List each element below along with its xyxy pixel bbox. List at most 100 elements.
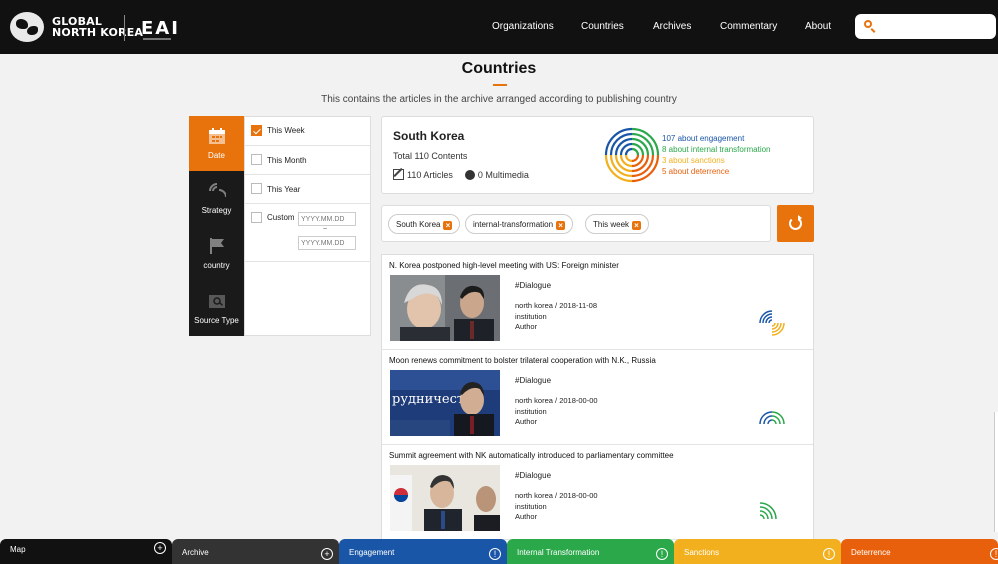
article-author: Author	[515, 512, 538, 521]
search-box[interactable]	[855, 14, 996, 39]
filter-tab-country[interactable]: country	[189, 226, 244, 281]
filter-tab-source-type[interactable]: Source Type	[189, 281, 244, 336]
active-filter-tags: South Korea × internal-transformation × Th…	[381, 205, 771, 242]
remove-tag-icon[interactable]: ×	[556, 221, 566, 230]
option-this-month[interactable]: This Month	[245, 146, 370, 175]
article-author: Author	[515, 322, 538, 331]
article-author: Author	[515, 417, 538, 426]
expand-plus-icon[interactable]: +	[321, 548, 333, 560]
bottom-tab-label: Deterrence	[851, 548, 891, 557]
article-institution: institution	[515, 501, 547, 511]
strategy-badge-icon	[759, 502, 777, 520]
filter-tag-strategy[interactable]: internal-transformation ×	[465, 214, 574, 234]
bottom-tab-deterrence[interactable]: Deterrence !	[841, 539, 998, 564]
filter-tab-strategy-label: Strategy	[201, 206, 232, 215]
legend-deterrence: 5 about deterrence	[662, 167, 730, 176]
article-meta: north korea / 2018-00-00 institution Aut…	[515, 491, 598, 523]
bottom-tab-label: Map	[10, 545, 26, 554]
article-list: N. Korea postponed high-level meeting wi…	[381, 254, 814, 544]
article-institution: institution	[515, 406, 547, 416]
tag-label: South Korea	[396, 220, 441, 229]
page-title: Countries	[461, 60, 537, 77]
date-range-separator: ~	[323, 226, 328, 233]
remove-tag-icon[interactable]: ×	[443, 221, 453, 230]
article-title[interactable]: N. Korea postponed high-level meeting wi…	[389, 261, 619, 270]
bottom-tab-internal-transformation[interactable]: Internal Transformation !	[507, 539, 674, 564]
article-tag[interactable]: #Dialogue	[515, 471, 551, 480]
this-month-checkbox[interactable]	[251, 154, 262, 165]
nav-archives[interactable]: Archives	[653, 21, 691, 32]
summary-articles-count: 110 Articles	[407, 169, 453, 180]
bottom-tab-label: Engagement	[349, 548, 395, 557]
article-item[interactable]: Moon renews commitment to bolster trilat…	[382, 350, 813, 445]
filter-tab-country-label: country	[203, 261, 230, 270]
nav-commentary[interactable]: Commentary	[720, 21, 777, 32]
option-this-week[interactable]: This Week	[245, 117, 370, 146]
option-this-year[interactable]: This Year	[245, 175, 370, 204]
info-icon[interactable]: !	[489, 548, 501, 560]
bottom-tab-label: Sanctions	[684, 548, 720, 557]
article-thumbnail[interactable]	[390, 465, 500, 531]
calendar-icon	[208, 128, 225, 144]
info-icon[interactable]: !	[656, 548, 668, 560]
summary-country-name: South Korea	[393, 129, 465, 143]
article-title[interactable]: Moon renews commitment to bolster trilat…	[389, 356, 656, 365]
option-label: Custom	[267, 213, 295, 222]
bottom-tab-archive[interactable]: Archive +	[172, 539, 339, 564]
bottom-tab-engagement[interactable]: Engagement !	[339, 539, 507, 564]
strategy-icon	[208, 183, 226, 198]
bottom-tab-label: Archive	[182, 548, 209, 557]
custom-end-date-input[interactable]	[298, 236, 356, 250]
filter-category-tabs: Date Strategy country Source Type	[189, 116, 244, 336]
article-source-date: north korea / 2018-00-00	[515, 396, 598, 405]
bottom-tab-sanctions[interactable]: Sanctions !	[674, 539, 841, 564]
this-year-checkbox[interactable]	[251, 183, 262, 194]
article-institution: institution	[515, 311, 547, 321]
this-week-checkbox[interactable]	[251, 125, 262, 136]
article-meta: north korea / 2018-00-00 institution Aut…	[515, 396, 598, 428]
option-label: This Year	[267, 185, 301, 194]
country-summary-card: South Korea Total 110 Contents 110 Artic…	[381, 116, 814, 194]
option-label: This Month	[267, 156, 307, 165]
search-icon[interactable]	[864, 20, 872, 28]
article-item[interactable]: N. Korea postponed high-level meeting wi…	[382, 255, 813, 350]
filter-tag-country[interactable]: South Korea ×	[388, 214, 461, 234]
right-edge-panel	[994, 412, 998, 532]
eai-logo[interactable]: EAI	[141, 18, 180, 39]
info-icon[interactable]: !	[990, 548, 998, 560]
bottom-tab-map[interactable]: Map +	[0, 539, 172, 564]
expand-plus-icon[interactable]: +	[154, 542, 166, 554]
article-tag[interactable]: #Dialogue	[515, 281, 551, 290]
reset-filters-button[interactable]	[777, 205, 814, 242]
remove-tag-icon[interactable]: ×	[632, 221, 642, 230]
article-edit-icon	[393, 169, 404, 180]
date-filter-options: This Week This Month This Year Custom	[244, 116, 371, 336]
multimedia-globe-icon	[464, 169, 475, 180]
nav-about[interactable]: About	[805, 21, 831, 32]
filter-tab-strategy[interactable]: Strategy	[189, 171, 244, 226]
custom-start-date-input[interactable]	[298, 212, 356, 226]
source-type-icon	[208, 295, 225, 308]
page-subtitle: This contains the articles in the archiv…	[321, 94, 677, 105]
filter-tag-date[interactable]: This week ×	[585, 214, 650, 234]
article-thumbnail[interactable]: рудничества	[390, 370, 500, 436]
option-label: This Week	[267, 126, 305, 135]
article-source-date: north korea / 2018-11-08	[515, 301, 597, 310]
summary-total-contents: Total 110 Contents	[393, 151, 468, 161]
article-thumbnail[interactable]	[390, 275, 500, 341]
custom-checkbox[interactable]	[251, 212, 262, 223]
logo-divider	[124, 15, 125, 41]
nav-organizations[interactable]: Organizations	[492, 21, 554, 32]
article-item[interactable]: Summit agreement with NK automatically i…	[382, 445, 813, 540]
search-input[interactable]	[879, 18, 989, 35]
bottom-tab-label: Internal Transformation	[517, 548, 600, 557]
refresh-icon	[789, 215, 802, 230]
article-title[interactable]: Summit agreement with NK automatically i…	[389, 451, 674, 460]
legend-sanctions: 3 about sanctions	[662, 156, 725, 165]
filter-tab-date[interactable]: Date	[189, 116, 244, 171]
nav-countries[interactable]: Countries	[581, 21, 624, 32]
strategy-badge-icon	[759, 411, 785, 425]
strategy-badge-icon	[759, 310, 785, 336]
info-icon[interactable]: !	[823, 548, 835, 560]
article-tag[interactable]: #Dialogue	[515, 376, 551, 385]
